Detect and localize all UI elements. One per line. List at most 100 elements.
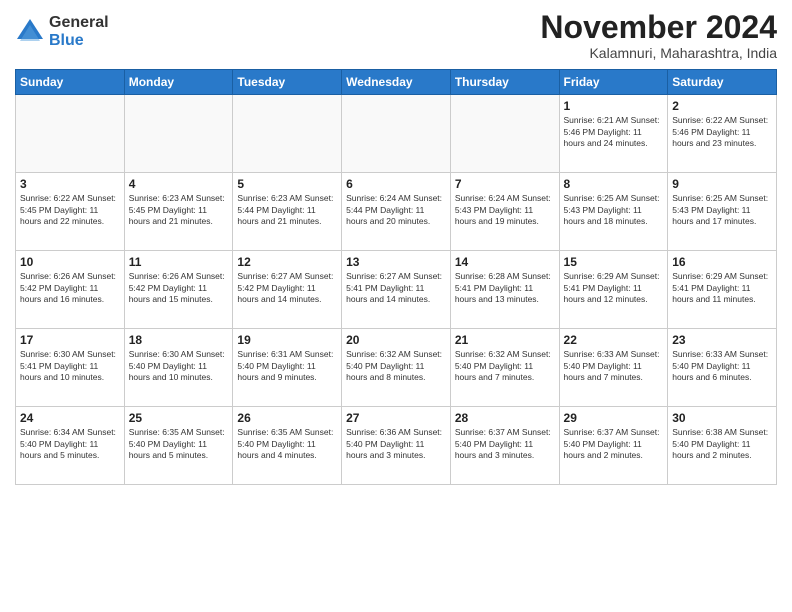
logo-text: General Blue — [49, 14, 109, 49]
day-info: Sunrise: 6:25 AM Sunset: 5:43 PM Dayligh… — [564, 193, 664, 227]
day-info: Sunrise: 6:24 AM Sunset: 5:44 PM Dayligh… — [346, 193, 446, 227]
day-cell — [124, 95, 233, 173]
day-cell: 4 Sunrise: 6:23 AM Sunset: 5:45 PM Daylig… — [124, 173, 233, 251]
day-cell: 23 Sunrise: 6:33 AM Sunset: 5:40 PM Dayli… — [668, 329, 777, 407]
day-cell: 29 Sunrise: 6:37 AM Sunset: 5:40 PM Dayli… — [559, 407, 668, 485]
day-info: Sunrise: 6:22 AM Sunset: 5:46 PM Dayligh… — [672, 115, 772, 149]
day-info: Sunrise: 6:22 AM Sunset: 5:45 PM Dayligh… — [20, 193, 120, 227]
day-number: 3 — [20, 177, 120, 191]
day-number: 23 — [672, 333, 772, 347]
day-cell: 15Sunrise: 6:29 AM Sunset: 5:41 PM Dayli… — [559, 251, 668, 329]
day-info: Sunrise: 6:30 AM Sunset: 5:40 PM Dayligh… — [129, 349, 229, 383]
day-info: Sunrise: 6:36 AM Sunset: 5:40 PM Dayligh… — [346, 427, 446, 461]
day-info: Sunrise: 6:30 AM Sunset: 5:41 PM Dayligh… — [20, 349, 120, 383]
header-cell-friday: Friday — [559, 70, 668, 95]
day-cell: 26Sunrise: 6:35 AM Sunset: 5:40 PM Dayli… — [233, 407, 342, 485]
day-info: Sunrise: 6:33 AM Sunset: 5:40 PM Dayligh… — [672, 349, 772, 383]
day-cell: 1Sunrise: 6:21 AM Sunset: 5:46 PM Daylig… — [559, 95, 668, 173]
day-cell: 14Sunrise: 6:28 AM Sunset: 5:41 PM Dayli… — [450, 251, 559, 329]
day-number: 26 — [237, 411, 337, 425]
day-cell: 17 Sunrise: 6:30 AM Sunset: 5:41 PM Dayli… — [16, 329, 125, 407]
day-number: 1 — [564, 99, 664, 113]
day-cell: 8 Sunrise: 6:25 AM Sunset: 5:43 PM Daylig… — [559, 173, 668, 251]
day-number: 17 — [20, 333, 120, 347]
day-cell: 19 Sunrise: 6:31 AM Sunset: 5:40 PM Dayli… — [233, 329, 342, 407]
day-cell: 13Sunrise: 6:27 AM Sunset: 5:41 PM Dayli… — [342, 251, 451, 329]
week-row-2: 10 Sunrise: 6:26 AM Sunset: 5:42 PM Dayli… — [16, 251, 777, 329]
day-info: Sunrise: 6:33 AM Sunset: 5:40 PM Dayligh… — [564, 349, 664, 383]
day-info: Sunrise: 6:23 AM Sunset: 5:44 PM Dayligh… — [237, 193, 337, 227]
subtitle: Kalamnuri, Maharashtra, India — [540, 45, 777, 61]
day-number: 10 — [20, 255, 120, 269]
logo-icon — [15, 17, 45, 47]
day-cell: 16 Sunrise: 6:29 AM Sunset: 5:41 PM Dayli… — [668, 251, 777, 329]
day-number: 18 — [129, 333, 229, 347]
day-number: 9 — [672, 177, 772, 191]
day-number: 16 — [672, 255, 772, 269]
day-cell: 20Sunrise: 6:32 AM Sunset: 5:40 PM Dayli… — [342, 329, 451, 407]
day-info: Sunrise: 6:24 AM Sunset: 5:43 PM Dayligh… — [455, 193, 555, 227]
day-info: Sunrise: 6:26 AM Sunset: 5:42 PM Dayligh… — [129, 271, 229, 305]
header-row: SundayMondayTuesdayWednesdayThursdayFrid… — [16, 70, 777, 95]
day-number: 13 — [346, 255, 446, 269]
day-number: 7 — [455, 177, 555, 191]
day-number: 28 — [455, 411, 555, 425]
day-number: 19 — [237, 333, 337, 347]
day-number: 6 — [346, 177, 446, 191]
header-cell-saturday: Saturday — [668, 70, 777, 95]
day-number: 30 — [672, 411, 772, 425]
day-cell: 30 Sunrise: 6:38 AM Sunset: 5:40 PM Dayli… — [668, 407, 777, 485]
day-cell: 18 Sunrise: 6:30 AM Sunset: 5:40 PM Dayli… — [124, 329, 233, 407]
logo: General Blue — [15, 14, 109, 49]
day-info: Sunrise: 6:38 AM Sunset: 5:40 PM Dayligh… — [672, 427, 772, 461]
day-cell: 25Sunrise: 6:35 AM Sunset: 5:40 PM Dayli… — [124, 407, 233, 485]
header-cell-tuesday: Tuesday — [233, 70, 342, 95]
week-row-1: 3 Sunrise: 6:22 AM Sunset: 5:45 PM Daylig… — [16, 173, 777, 251]
day-cell: 27Sunrise: 6:36 AM Sunset: 5:40 PM Dayli… — [342, 407, 451, 485]
day-cell: 2 Sunrise: 6:22 AM Sunset: 5:46 PM Daylig… — [668, 95, 777, 173]
logo-general-text: General — [49, 14, 109, 32]
day-cell: 10 Sunrise: 6:26 AM Sunset: 5:42 PM Dayli… — [16, 251, 125, 329]
day-number: 4 — [129, 177, 229, 191]
day-cell: 12Sunrise: 6:27 AM Sunset: 5:42 PM Dayli… — [233, 251, 342, 329]
day-number: 24 — [20, 411, 120, 425]
day-cell: 22Sunrise: 6:33 AM Sunset: 5:40 PM Dayli… — [559, 329, 668, 407]
header-cell-monday: Monday — [124, 70, 233, 95]
header-cell-sunday: Sunday — [16, 70, 125, 95]
calendar-table: SundayMondayTuesdayWednesdayThursdayFrid… — [15, 69, 777, 485]
day-info: Sunrise: 6:27 AM Sunset: 5:42 PM Dayligh… — [237, 271, 337, 305]
title-block: November 2024 Kalamnuri, Maharashtra, In… — [540, 10, 777, 61]
day-cell: 3 Sunrise: 6:22 AM Sunset: 5:45 PM Daylig… — [16, 173, 125, 251]
day-info: Sunrise: 6:32 AM Sunset: 5:40 PM Dayligh… — [346, 349, 446, 383]
day-info: Sunrise: 6:37 AM Sunset: 5:40 PM Dayligh… — [564, 427, 664, 461]
day-cell: 21Sunrise: 6:32 AM Sunset: 5:40 PM Dayli… — [450, 329, 559, 407]
day-info: Sunrise: 6:29 AM Sunset: 5:41 PM Dayligh… — [564, 271, 664, 305]
day-info: Sunrise: 6:23 AM Sunset: 5:45 PM Dayligh… — [129, 193, 229, 227]
day-info: Sunrise: 6:25 AM Sunset: 5:43 PM Dayligh… — [672, 193, 772, 227]
day-info: Sunrise: 6:28 AM Sunset: 5:41 PM Dayligh… — [455, 271, 555, 305]
header: General Blue November 2024 Kalamnuri, Ma… — [15, 10, 777, 61]
day-cell: 28 Sunrise: 6:37 AM Sunset: 5:40 PM Dayli… — [450, 407, 559, 485]
day-info: Sunrise: 6:29 AM Sunset: 5:41 PM Dayligh… — [672, 271, 772, 305]
day-number: 5 — [237, 177, 337, 191]
day-cell — [233, 95, 342, 173]
day-cell: 6 Sunrise: 6:24 AM Sunset: 5:44 PM Daylig… — [342, 173, 451, 251]
day-info: Sunrise: 6:26 AM Sunset: 5:42 PM Dayligh… — [20, 271, 120, 305]
day-number: 29 — [564, 411, 664, 425]
page: General Blue November 2024 Kalamnuri, Ma… — [0, 0, 792, 612]
day-cell: 24 Sunrise: 6:34 AM Sunset: 5:40 PM Dayli… — [16, 407, 125, 485]
header-cell-wednesday: Wednesday — [342, 70, 451, 95]
day-cell — [342, 95, 451, 173]
day-number: 25 — [129, 411, 229, 425]
header-cell-thursday: Thursday — [450, 70, 559, 95]
day-cell: 9 Sunrise: 6:25 AM Sunset: 5:43 PM Daylig… — [668, 173, 777, 251]
day-cell: 7 Sunrise: 6:24 AM Sunset: 5:43 PM Daylig… — [450, 173, 559, 251]
day-info: Sunrise: 6:34 AM Sunset: 5:40 PM Dayligh… — [20, 427, 120, 461]
day-info: Sunrise: 6:31 AM Sunset: 5:40 PM Dayligh… — [237, 349, 337, 383]
day-number: 2 — [672, 99, 772, 113]
day-cell: 5 Sunrise: 6:23 AM Sunset: 5:44 PM Daylig… — [233, 173, 342, 251]
day-info: Sunrise: 6:32 AM Sunset: 5:40 PM Dayligh… — [455, 349, 555, 383]
day-number: 8 — [564, 177, 664, 191]
day-info: Sunrise: 6:37 AM Sunset: 5:40 PM Dayligh… — [455, 427, 555, 461]
logo-blue-text: Blue — [49, 32, 109, 50]
